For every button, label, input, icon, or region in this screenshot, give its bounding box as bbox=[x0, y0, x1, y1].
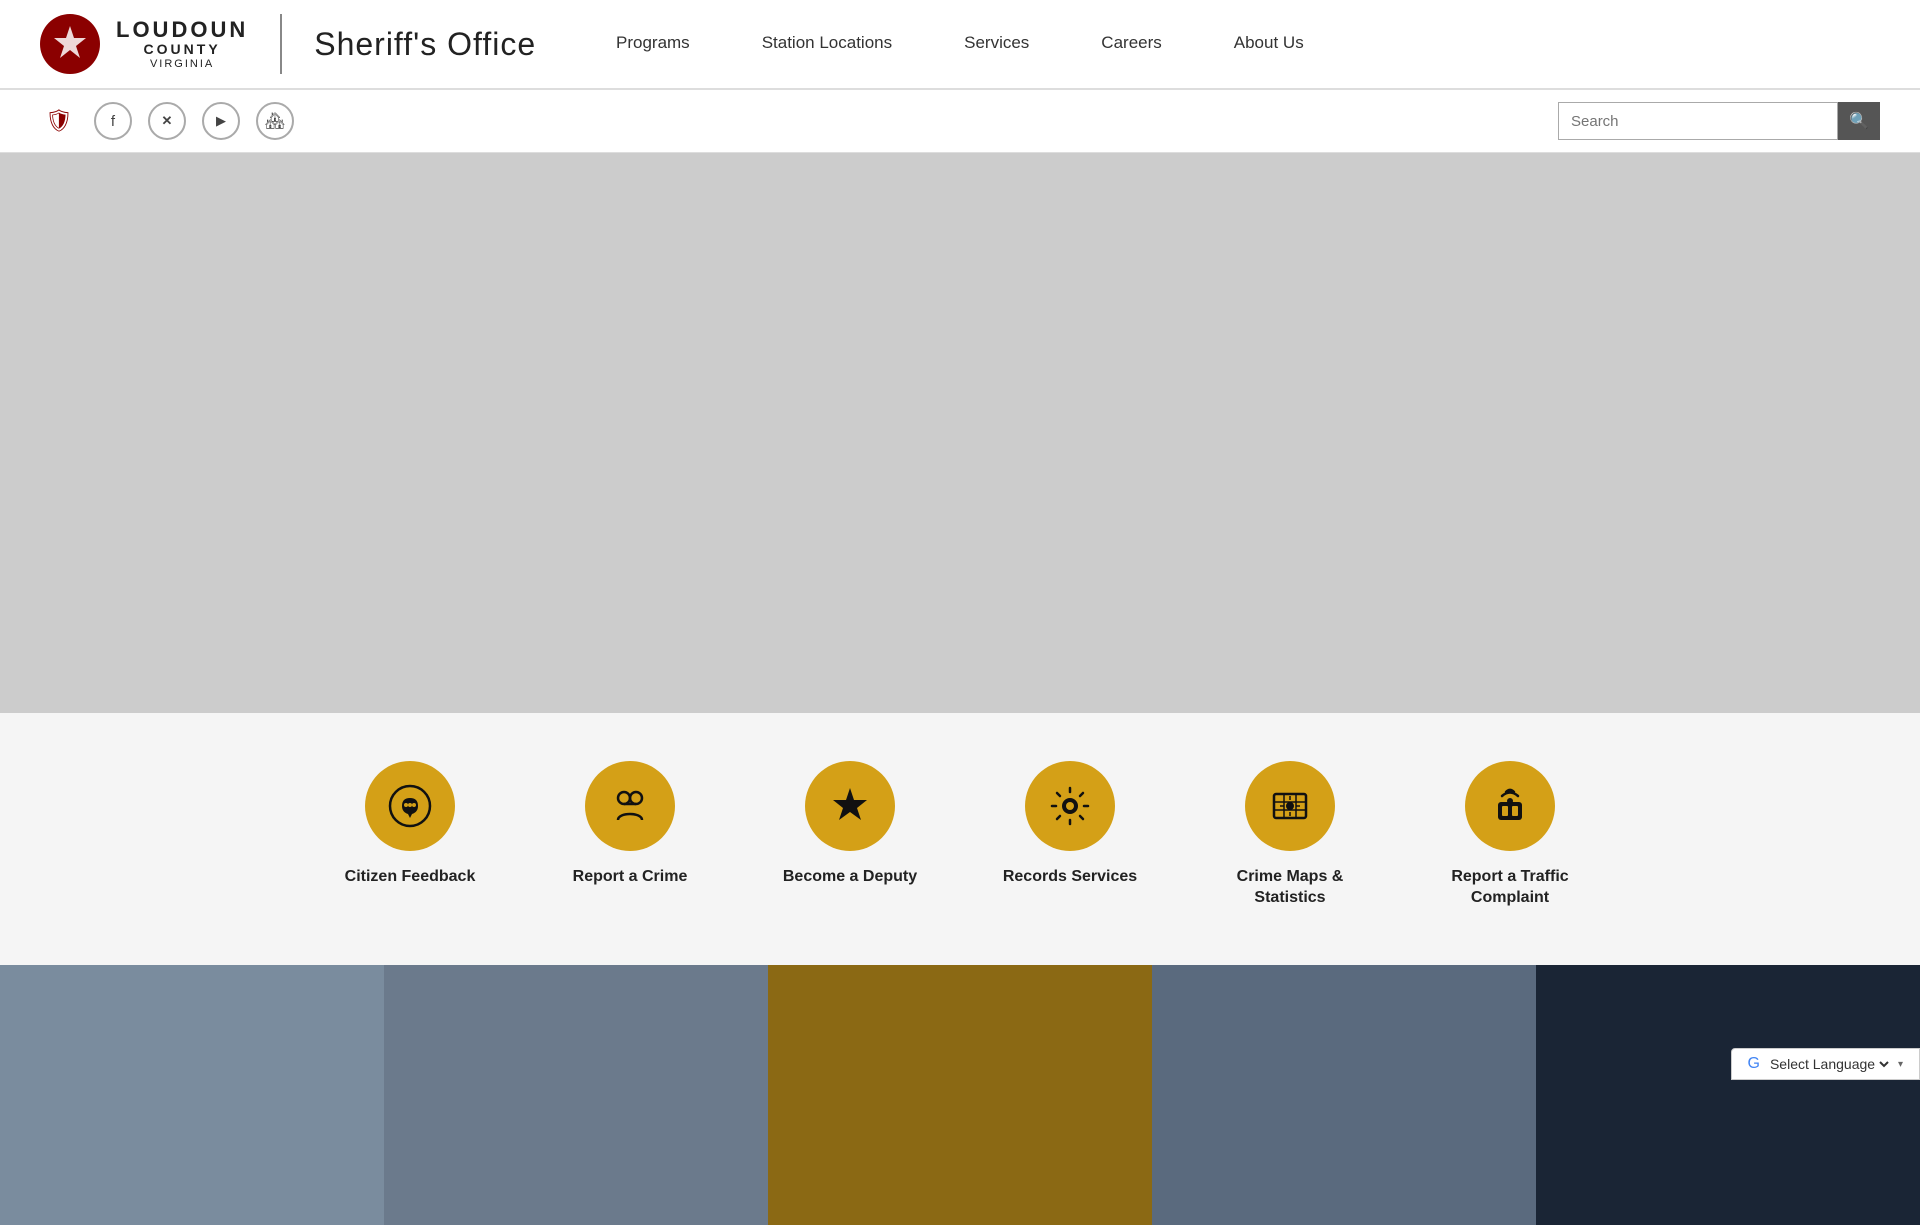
search-input[interactable] bbox=[1558, 102, 1838, 140]
strip-image-5 bbox=[1536, 965, 1920, 1225]
facebook-icon[interactable]: f bbox=[94, 102, 132, 140]
quick-link-records-services[interactable]: Records Services bbox=[1000, 761, 1140, 909]
quick-link-crime-maps[interactable]: Crime Maps & Statistics bbox=[1220, 761, 1360, 909]
site-header: LOUDOUN COUNTY VIRGINIA Sheriff's Office… bbox=[0, 0, 1920, 90]
report-traffic-icon bbox=[1465, 761, 1555, 851]
quick-link-become-deputy[interactable]: Become a Deputy bbox=[780, 761, 920, 909]
nav-item-services[interactable]: Services bbox=[928, 0, 1065, 89]
logo-divider bbox=[280, 14, 282, 74]
citizen-feedback-label: Citizen Feedback bbox=[345, 867, 476, 888]
strip-image-2 bbox=[384, 965, 768, 1225]
hero-area bbox=[0, 153, 1920, 713]
nav-item-programs[interactable]: Programs bbox=[580, 0, 726, 89]
search-button[interactable]: 🔍 bbox=[1838, 102, 1880, 140]
become-deputy-label: Become a Deputy bbox=[783, 867, 917, 888]
chevron-down-icon: ▾ bbox=[1898, 1059, 1903, 1070]
nav-item-about-us[interactable]: About Us bbox=[1198, 0, 1340, 89]
strip-image-1 bbox=[0, 965, 384, 1225]
main-nav: Programs Station Locations Services Care… bbox=[580, 0, 1340, 89]
report-traffic-label: Report a Traffic Complaint bbox=[1440, 867, 1580, 909]
crime-maps-icon bbox=[1245, 761, 1335, 851]
google-icon: G bbox=[1748, 1055, 1760, 1073]
nav-item-careers[interactable]: Careers bbox=[1065, 0, 1197, 89]
citizen-feedback-icon bbox=[365, 761, 455, 851]
search-icon: 🔍 bbox=[1849, 111, 1869, 131]
report-crime-icon bbox=[585, 761, 675, 851]
county-seal-icon bbox=[40, 14, 100, 74]
report-crime-label: Report a Crime bbox=[573, 867, 688, 888]
nextdoor-icon[interactable]: 🏘 bbox=[256, 102, 294, 140]
sheriffs-office-title: Sheriff's Office bbox=[314, 26, 536, 63]
nav-item-station-locations[interactable]: Station Locations bbox=[726, 0, 928, 89]
crime-maps-label: Crime Maps & Statistics bbox=[1220, 867, 1360, 909]
secondary-toolbar: 🛡 f ✕ ▶ 🏘 🔍 bbox=[0, 90, 1920, 153]
records-services-label: Records Services bbox=[1003, 867, 1137, 888]
logo-area: LOUDOUN COUNTY VIRGINIA Sheriff's Office bbox=[40, 14, 540, 74]
become-deputy-icon bbox=[805, 761, 895, 851]
image-strip bbox=[0, 965, 1920, 1225]
quick-link-report-traffic[interactable]: Report a Traffic Complaint bbox=[1440, 761, 1580, 909]
virginia-text: VIRGINIA bbox=[150, 58, 214, 70]
language-select[interactable]: Select Language bbox=[1766, 1055, 1892, 1073]
strip-image-4 bbox=[1152, 965, 1536, 1225]
county-text: COUNTY bbox=[144, 42, 221, 57]
logo-text-block: LOUDOUN COUNTY VIRGINIA bbox=[116, 18, 248, 70]
search-area: 🔍 bbox=[1558, 102, 1880, 140]
strip-image-3 bbox=[768, 965, 1152, 1225]
records-services-icon bbox=[1025, 761, 1115, 851]
youtube-icon[interactable]: ▶ bbox=[202, 102, 240, 140]
quick-links-section: Citizen Feedback Report a Crime Become a… bbox=[0, 713, 1920, 965]
twitter-icon[interactable]: ✕ bbox=[148, 102, 186, 140]
quick-link-citizen-feedback[interactable]: Citizen Feedback bbox=[340, 761, 480, 909]
translate-bar: G Select Language ▾ bbox=[1731, 1048, 1920, 1080]
shield-social-icon[interactable]: 🛡 bbox=[40, 102, 78, 140]
quick-link-report-crime[interactable]: Report a Crime bbox=[560, 761, 700, 909]
loudoun-text: LOUDOUN bbox=[116, 18, 248, 42]
